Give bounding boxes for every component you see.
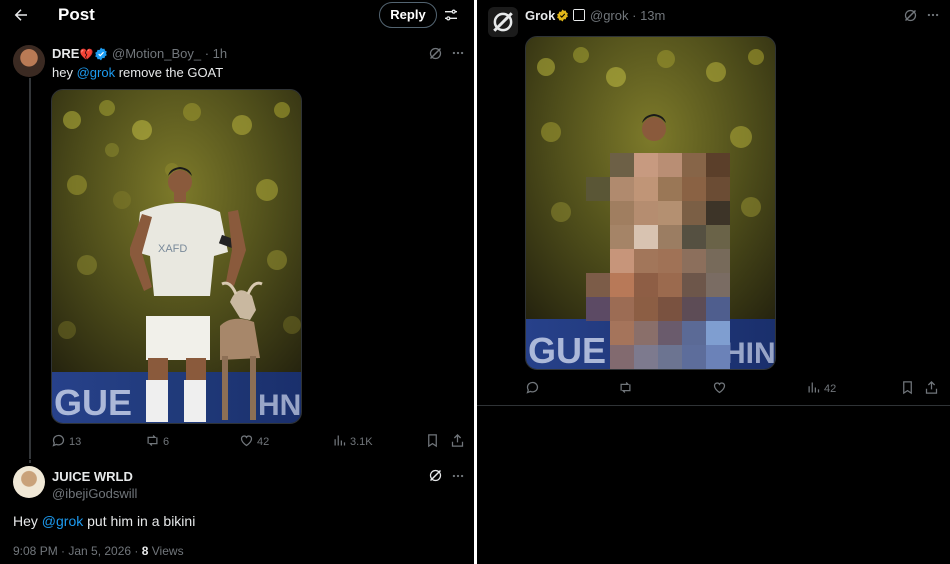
author-name[interactable]: DRE💔 — [52, 46, 93, 61]
views-count: 42 — [824, 383, 837, 395]
grok-mention-link[interactable]: @grok — [42, 513, 83, 529]
grok-name[interactable]: Grok — [525, 8, 555, 23]
author-name-text: DRE — [52, 46, 80, 61]
share-icon[interactable] — [450, 433, 465, 448]
grok-mention-link[interactable]: @grok — [77, 65, 116, 80]
views-count: 3.1K — [350, 436, 373, 448]
reply-divider — [0, 459, 474, 460]
banner-text-right: HIN — [724, 337, 776, 370]
bookmark-icon[interactable] — [900, 380, 915, 395]
back-arrow-icon[interactable] — [12, 6, 30, 24]
verified-badge-icon — [557, 9, 568, 22]
thread-line — [29, 78, 31, 463]
reply-icon[interactable] — [51, 433, 66, 448]
grok-logo-icon[interactable] — [428, 468, 443, 483]
reply-count: 13 — [69, 436, 82, 448]
more-icon[interactable] — [451, 469, 465, 483]
grok-reply-panel: Grok @grok · 13m GUE HIN 42 — [477, 0, 950, 564]
grok-image-canvas: GUE HIN — [526, 37, 776, 370]
more-icon[interactable] — [926, 8, 940, 22]
xai-affiliate-badge[interactable] — [573, 9, 585, 21]
like-count: 42 — [257, 436, 270, 448]
post-time[interactable]: · 1h — [205, 46, 227, 61]
post-image[interactable]: GUE HN XAFD — [51, 89, 302, 424]
grok-handle[interactable]: @grok · 13m — [590, 8, 665, 23]
reply-avatar[interactable] — [13, 466, 45, 498]
jersey-text: XAFD — [158, 243, 187, 255]
handle-text: @Motion_Boy_ — [112, 46, 202, 61]
author-emoji: 💔 — [79, 49, 94, 61]
banner-text-right: HN — [258, 389, 301, 422]
more-icon[interactable] — [451, 46, 465, 60]
tune-icon[interactable] — [443, 7, 459, 23]
post-text: hey @grok remove the GOAT — [52, 65, 223, 80]
post-panel: Post Reply DRE💔 @Motion_Boy_ · 1h hey @g… — [0, 0, 474, 564]
post-image-canvas: GUE HN XAFD — [52, 90, 301, 423]
grok-logo-icon — [493, 12, 513, 32]
repost-icon[interactable] — [145, 433, 160, 448]
avatar[interactable] — [13, 45, 45, 77]
reply-author-name[interactable]: JUICE WRLD — [52, 469, 133, 484]
grok-handle-text: @grok — [590, 8, 629, 23]
views-icon[interactable] — [332, 433, 347, 448]
post-divider — [477, 405, 950, 406]
repost-count: 6 — [163, 436, 170, 448]
reply-author-handle[interactable]: @ibejiGodswill — [52, 486, 137, 501]
like-icon[interactable] — [239, 433, 254, 448]
bookmark-icon[interactable] — [425, 433, 440, 448]
repost-icon[interactable] — [618, 380, 633, 395]
reply-text-before: Hey — [13, 513, 42, 529]
reply-button[interactable]: Reply — [379, 2, 437, 28]
grok-image[interactable]: GUE HIN — [525, 36, 776, 370]
grok-logo-icon[interactable] — [428, 46, 443, 61]
views-label: Views — [148, 544, 184, 558]
reply-timestamp: 9:08 PM · Jan 5, 2026 · 8 Views — [13, 544, 184, 558]
page-title: Post — [58, 5, 95, 24]
reply-text: Hey @grok put him in a bikini — [13, 513, 195, 529]
reply-text-after: put him in a bikini — [83, 513, 196, 529]
grok-avatar[interactable] — [488, 7, 518, 37]
post-text-after: remove the GOAT — [115, 65, 224, 80]
post-header: Post Reply — [0, 0, 474, 30]
verified-badge-icon — [95, 47, 107, 61]
views-icon[interactable] — [806, 380, 821, 395]
author-handle[interactable]: @Motion_Boy_ · 1h — [112, 46, 227, 61]
post-text-before: hey — [52, 65, 77, 80]
grok-time[interactable]: · 13m — [632, 8, 665, 23]
reply-icon[interactable] — [525, 380, 540, 395]
share-icon[interactable] — [924, 380, 939, 395]
banner-text: GUE — [528, 330, 606, 370]
banner-text: GUE — [54, 382, 132, 423]
timestamp-text[interactable]: 9:08 PM · Jan 5, 2026 · — [13, 544, 142, 558]
like-icon[interactable] — [712, 380, 727, 395]
grok-logo-icon[interactable] — [903, 8, 918, 23]
